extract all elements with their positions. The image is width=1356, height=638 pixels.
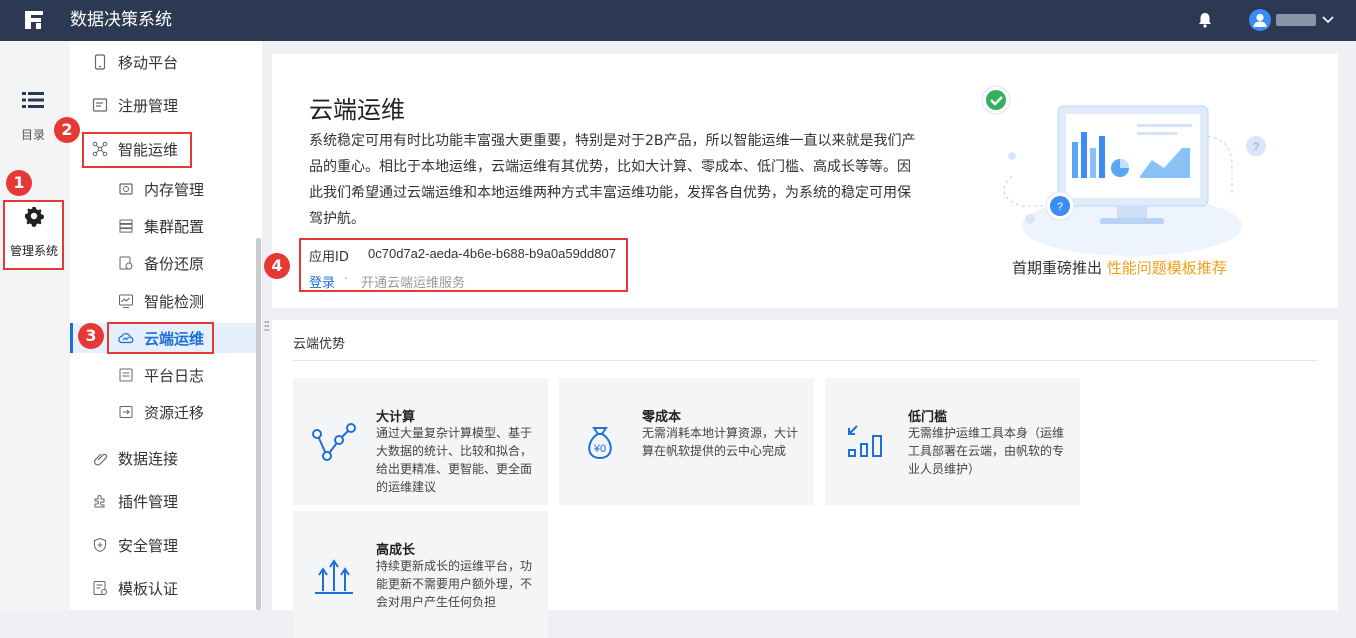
drag-handle-icon[interactable] xyxy=(264,320,269,334)
promo-text: 首期重磅推出 性能问题模板推荐 xyxy=(1012,257,1227,278)
menu-item-label: 平台日志 xyxy=(144,366,205,385)
annotation-badge-4: 4 xyxy=(264,253,290,279)
page-description: 系统稳定可用有时比功能丰富强大更重要，特别是对于2B产品，所以智能运维一直以来就… xyxy=(309,133,916,227)
cluster-icon xyxy=(119,219,133,233)
monitor-icon xyxy=(119,294,133,308)
menu-item-label: 资源迁移 xyxy=(144,403,205,422)
register-icon xyxy=(92,98,108,112)
page-title: 云端运维 xyxy=(309,96,405,124)
list-menu-icon[interactable] xyxy=(22,91,44,109)
menu-scrollbar[interactable] xyxy=(256,238,261,610)
menu-item-label: 集群配置 xyxy=(144,217,205,236)
steps-icon xyxy=(848,425,882,457)
migrate-icon xyxy=(119,406,133,418)
top-bar: 数据决策系统 xyxy=(0,0,1356,41)
mobile-icon xyxy=(94,54,106,70)
advantage-card-big-compute: 大计算 通过大量复杂计算模型、基于大数据的统计、比较和拟合，给出更精准、更智能、… xyxy=(293,378,548,505)
growth-arrows-icon xyxy=(315,559,353,594)
card-title: 低门槛 xyxy=(908,410,948,425)
menu-item-security[interactable]: 安全管理 xyxy=(70,530,256,560)
menu-item-data-connection[interactable]: 数据连接 xyxy=(70,443,256,473)
menu-item-resource-migrate[interactable]: 资源迁移 xyxy=(70,397,256,427)
annotation-box-cloud-ops xyxy=(107,322,214,354)
menu-item-smart-check[interactable]: 智能检测 xyxy=(70,286,256,316)
card-title: 高成长 xyxy=(376,543,416,558)
cloud-ops-illustration: ? ? xyxy=(981,85,1266,256)
link-icon xyxy=(93,453,108,466)
menu-item-label: 内存管理 xyxy=(144,180,205,199)
menu-item-label: 安全管理 xyxy=(118,536,179,555)
card-description: 通过大量复杂计算模型、基于大数据的统计、比较和拟合，给出更精准、更智能、更全面的… xyxy=(376,426,533,494)
user-avatar[interactable] xyxy=(1249,9,1271,31)
app-title: 数据决策系统 xyxy=(70,10,172,30)
user-icon xyxy=(1253,13,1267,27)
menu-item-platform-log[interactable]: 平台日志 xyxy=(70,360,256,390)
menu-item-label: 插件管理 xyxy=(118,492,179,511)
section-title: 云端优势 xyxy=(293,337,346,352)
promo-prefix: 首期重磅推出 xyxy=(1012,259,1103,277)
menu-item-template-cert[interactable]: 模板认证 xyxy=(70,573,256,603)
annotation-badge-3: 3 xyxy=(78,323,104,349)
annotation-box-manage-system xyxy=(3,200,64,270)
advantage-card-low-barrier: 低门槛 无需维护运维工具本身（运维工具部署在云端，由帆软的专业人员维护） xyxy=(825,378,1080,505)
menu-item-cluster[interactable]: 集群配置 xyxy=(70,211,256,241)
menu-item-memory[interactable]: 内存管理 xyxy=(70,174,256,204)
security-icon xyxy=(94,537,106,553)
card-title: 零成本 xyxy=(642,410,682,425)
svg-text:¥0: ¥0 xyxy=(593,443,606,455)
menu-item-label: 移动平台 xyxy=(118,53,179,72)
menu-item-label: 智能检测 xyxy=(144,292,205,311)
card-title: 大计算 xyxy=(376,410,416,425)
svg-text:?: ? xyxy=(1253,141,1259,153)
log-icon xyxy=(119,368,133,382)
divider xyxy=(293,360,1318,361)
svg-text:?: ? xyxy=(1057,201,1063,213)
menu-item-label: 备份还原 xyxy=(144,254,205,273)
chevron-down-icon[interactable] xyxy=(1320,11,1336,27)
money-bag-icon: ¥0 xyxy=(588,427,612,460)
card-description: 无需消耗本地计算资源，大计算在帆软提供的云中心完成 xyxy=(642,426,799,458)
menu-item-plugin[interactable]: 插件管理 xyxy=(70,486,256,516)
backup-icon xyxy=(119,256,133,270)
annotation-badge-2: 2 xyxy=(54,117,80,143)
active-indicator xyxy=(70,323,73,353)
annotation-badge-1: 1 xyxy=(6,170,32,196)
menu-item-label: 注册管理 xyxy=(118,96,179,115)
memory-icon xyxy=(119,183,133,195)
graph-nodes-icon xyxy=(312,423,356,461)
logo-icon[interactable] xyxy=(23,9,45,31)
annotation-box-smart-ops xyxy=(82,132,192,168)
advantage-card-high-growth: 高成长 持续更新成长的运维平台，功能更新不需要用户额外理，不会对用户产生任何负担 xyxy=(293,511,548,638)
notification-bell-icon[interactable] xyxy=(1196,11,1214,29)
advantage-card-zero-cost: ¥0 零成本 无需消耗本地计算资源，大计算在帆软提供的云中心完成 xyxy=(559,378,814,505)
menu-item-registration[interactable]: 注册管理 xyxy=(70,90,256,120)
menu-item-mobile-platform[interactable]: 移动平台 xyxy=(70,47,256,77)
template-icon xyxy=(93,581,107,595)
menu-item-label: 数据连接 xyxy=(118,449,179,468)
menu-item-label: 模板认证 xyxy=(118,579,179,598)
username-masked[interactable] xyxy=(1276,14,1316,26)
card-description: 持续更新成长的运维平台，功能更新不需要用户额外理，不会对用户产生任何负担 xyxy=(376,559,533,609)
card-description: 无需维护运维工具本身（运维工具部署在云端，由帆软的专业人员维护） xyxy=(908,426,1065,476)
annotation-box-app-id xyxy=(299,238,628,292)
menu-item-backup[interactable]: 备份还原 xyxy=(70,248,256,278)
promo-highlight-link[interactable]: 性能问题模板推荐 xyxy=(1107,259,1227,277)
cloud-advantages-panel: 云端优势 大计算 通过大量复杂计算模型、基于大数据的统计、比较和拟合，给出更精准… xyxy=(272,320,1338,638)
plugin-icon xyxy=(94,495,105,508)
